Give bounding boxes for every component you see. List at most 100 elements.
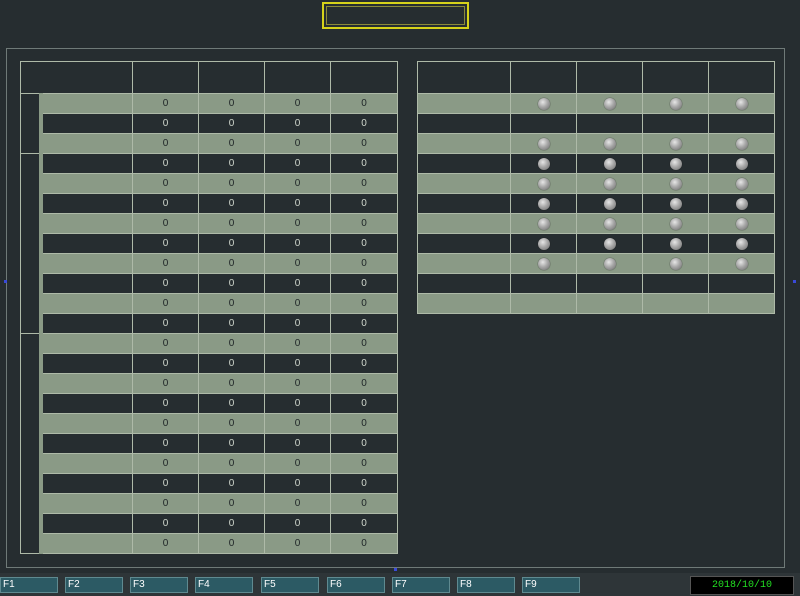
table-row: 0000 [21,533,398,554]
value-cell: 0 [264,453,331,474]
indicator-lamp-icon [735,157,748,170]
value-cell: 0 [198,513,265,534]
status-cell [510,213,577,234]
row-label-cell [40,233,133,254]
status-cell [708,233,775,254]
status-cell [576,293,643,314]
value-cell: 0 [132,173,199,194]
right-header-column-cell [576,61,643,94]
value-cell: 0 [132,93,199,114]
right-header-column-cell [642,61,709,94]
table-row: 0000 [21,413,398,434]
indicator-lamp-icon [603,157,616,170]
value-cell: 0 [264,493,331,514]
left-header-label-cell [20,61,133,94]
indicator-lamp-icon [537,257,550,270]
value-cell: 0 [132,333,199,354]
table-row [417,293,775,314]
status-cell [708,153,775,174]
value-cell: 0 [264,93,331,114]
value-cell: 0 [264,413,331,434]
value-cell: 0 [132,293,199,314]
value-cell: 0 [132,433,199,454]
row-label-cell [40,433,133,454]
row-label-cell [40,273,133,294]
frame-marker-left [4,280,7,283]
row-label-cell [417,253,511,274]
value-cell: 0 [132,413,199,434]
value-cell: 0 [198,353,265,374]
status-cell [576,113,643,134]
status-cell [510,273,577,294]
value-cell: 0 [330,493,398,514]
function-key-f2[interactable]: F2 [65,577,123,593]
status-cell [576,213,643,234]
status-cell [510,153,577,174]
row-label-cell [40,153,133,174]
row-label-cell [40,473,133,494]
value-cell: 0 [264,113,331,134]
status-cell [708,133,775,154]
status-cell [642,213,709,234]
indicator-lamp-icon [669,237,682,250]
value-cell: 0 [132,453,199,474]
value-cell: 0 [330,353,398,374]
function-key-f3[interactable]: F3 [130,577,188,593]
row-group-cell [20,153,43,334]
indicator-lamp-icon [669,157,682,170]
value-cell: 0 [330,153,398,174]
value-cell: 0 [132,233,199,254]
value-cell: 0 [264,473,331,494]
row-label-cell [417,133,511,154]
left-header-column-cell [330,61,398,94]
value-cell: 0 [198,293,265,314]
status-cell [576,93,643,114]
function-key-f7[interactable]: F7 [392,577,450,593]
value-cell: 0 [330,373,398,394]
status-cell [708,213,775,234]
title-box-inner [326,6,465,25]
value-cell: 0 [330,273,398,294]
table-row: 0000 [21,173,398,194]
value-cell: 0 [198,133,265,154]
table-row: 0000 [20,153,398,334]
table-row: 0000 [21,253,398,274]
value-cell: 0 [330,93,398,114]
function-key-f8[interactable]: F8 [457,577,515,593]
function-key-f1[interactable]: F1 [0,577,58,593]
value-cell: 0 [264,193,331,214]
status-cell [576,233,643,254]
value-cell: 0 [132,533,199,554]
value-cell: 0 [264,373,331,394]
datetime-display: 2018/10/10 12:49:40 [690,576,794,595]
indicator-lamp-icon [537,157,550,170]
table-row: 0000 [21,133,398,154]
indicator-lamp-icon [603,197,616,210]
function-key-f5[interactable]: F5 [261,577,319,593]
status-cell [510,233,577,254]
value-cell: 0 [132,253,199,274]
function-key-f9[interactable]: F9 [522,577,580,593]
table-row: 0000 [21,373,398,394]
indicator-lamp-icon [735,97,748,110]
function-key-f6[interactable]: F6 [327,577,385,593]
status-cell [576,173,643,194]
row-label-cell [40,293,133,314]
row-label-cell [417,113,511,134]
indicator-lamp-icon [603,97,616,110]
indicator-lamp-icon [735,177,748,190]
table-row: 0000 [21,313,398,334]
row-label-cell [417,233,511,254]
status-cell [576,273,643,294]
indicator-lamp-icon [537,237,550,250]
indicator-lamp-icon [603,137,616,150]
function-key-f4[interactable]: F4 [195,577,253,593]
value-cell: 0 [132,313,199,334]
row-label-cell [40,413,133,434]
left-header-column-cell [198,61,265,94]
indicator-lamp-icon [537,97,550,110]
table-row [417,153,775,174]
status-cell [576,193,643,214]
table-row: 0000 [20,333,398,554]
row-label-cell [417,153,511,174]
